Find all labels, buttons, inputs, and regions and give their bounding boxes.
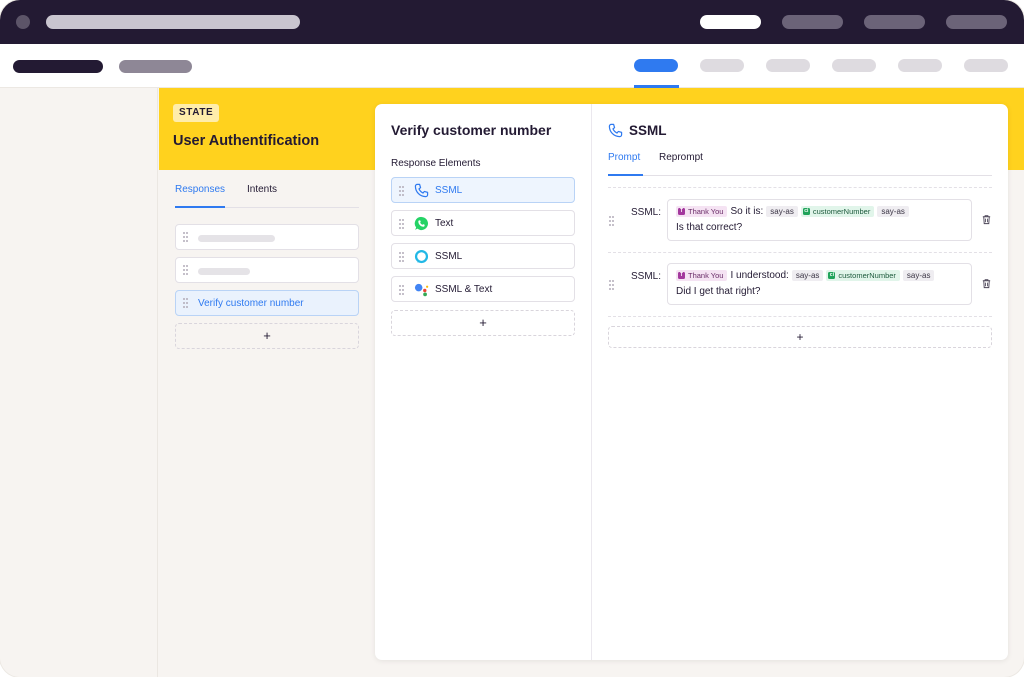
tab-prompt[interactable]: Prompt [608,152,643,176]
phone-icon [608,123,623,138]
prompt-text: So it is: [730,206,764,217]
response-item[interactable] [175,257,359,283]
variable-tag[interactable]: ci customerNumber [826,270,900,281]
whatsapp-icon [414,216,428,231]
drag-handle-icon[interactable] [183,265,189,275]
trash-icon[interactable] [981,278,992,289]
element-ssml-phone[interactable]: SSML [391,177,575,203]
state-panel: STATE User Authentification Responses In… [159,88,373,677]
alexa-icon [414,249,429,264]
top-nav-item[interactable] [864,15,925,29]
tag-icon: T [678,208,685,215]
tag-label: Thank You [688,207,724,216]
column-divider [591,104,592,660]
window-dot[interactable] [16,15,30,29]
tab-responses[interactable]: Responses [175,184,225,208]
response-placeholder [198,268,250,275]
say-as-tag[interactable]: say-as [791,270,824,281]
tab-intents[interactable]: Intents [247,184,277,208]
add-element-button[interactable]: + [391,310,575,336]
state-tabs: Responses Intents [175,184,359,208]
response-item[interactable] [175,224,359,250]
variable-tag[interactable]: T Thank You [676,206,728,217]
prompt-editor[interactable]: T Thank You I understood: say-as ci custom… [667,263,972,305]
top-nav-item[interactable] [946,15,1007,29]
divider [608,187,992,188]
tag-icon: ci [828,272,836,279]
add-response-button[interactable]: + [175,323,359,349]
response-card: Verify customer number Response Elements… [375,104,1008,660]
drag-handle-icon[interactable] [183,298,189,308]
element-ssml-text-google[interactable]: SSML & Text [391,276,575,302]
prompt-line: T Thank You So it is: say-as ci customerNu… [676,206,909,217]
prompt-key: SSML: [631,271,662,282]
trash-icon[interactable] [981,214,992,225]
top-nav-item[interactable] [782,15,843,29]
nav-tab-active[interactable] [634,59,678,72]
nav-tab[interactable] [832,59,876,72]
response-placeholder [198,235,275,242]
drag-handle-icon[interactable] [609,280,615,290]
element-ssml-alexa[interactable]: SSML [391,243,575,269]
response-title: Verify customer number [391,122,552,138]
variable-tag[interactable]: T Thank You [676,270,728,281]
response-elements-label: Response Elements [391,158,481,169]
breadcrumb-placeholder[interactable] [119,60,192,73]
title-bar [0,0,1024,44]
address-bar[interactable] [46,15,300,29]
top-nav-item-active[interactable] [700,15,761,29]
drag-handle-icon[interactable] [399,252,405,262]
drag-handle-icon[interactable] [609,216,615,226]
phone-icon [414,183,429,198]
prompt-key: SSML: [631,207,662,218]
say-as-tag[interactable]: say-as [902,270,935,281]
divider [608,252,992,253]
drag-handle-icon[interactable] [399,186,405,196]
sidebar [0,88,158,677]
add-prompt-button[interactable]: + [608,326,992,348]
element-label: SSML [435,185,463,196]
detail-title: SSML [629,123,667,138]
nav-tab[interactable] [898,59,942,72]
nav-tab[interactable] [700,59,744,72]
response-label: Verify customer number [198,298,304,309]
tag-icon: T [678,272,685,279]
drag-handle-icon[interactable] [399,285,405,295]
sub-nav [0,44,1024,88]
state-badge: STATE [173,104,220,122]
tag-label: Thank You [688,271,724,280]
nav-tab[interactable] [766,59,810,72]
detail-tabs: Prompt Reprompt [608,150,992,176]
drag-handle-icon[interactable] [399,219,405,229]
tag-icon: ci [802,208,810,215]
logo-placeholder[interactable] [13,60,103,73]
drag-handle-icon[interactable] [183,232,189,242]
variable-tag[interactable]: ci customerNumber [800,206,875,217]
prompt-line-2: Did I get that right? [676,286,761,297]
tag-label: customerNumber [838,271,896,280]
divider [608,316,992,317]
prompt-editor[interactable]: T Thank You So it is: say-as ci customerNu… [667,199,972,241]
tab-reprompt[interactable]: Reprompt [659,152,703,176]
prompt-text: I understood: [730,270,789,281]
tag-label: customerNumber [812,207,871,216]
nav-tab[interactable] [964,59,1008,72]
response-item-selected[interactable]: Verify customer number [175,290,359,316]
google-assistant-icon [414,283,429,297]
element-text-whatsapp[interactable]: Text [391,210,575,236]
prompt-line: T Thank You I understood: say-as ci custom… [676,270,935,281]
say-as-tag[interactable]: say-as [877,206,909,217]
say-as-tag[interactable]: say-as [766,206,798,217]
element-label: Text [435,218,454,229]
element-label: SSML [435,251,463,262]
app-window: STATE User Authentification Responses In… [0,0,1024,677]
state-title: User Authentification [173,133,320,149]
prompt-line-2: Is that correct? [676,222,743,233]
element-label: SSML & Text [435,284,493,295]
